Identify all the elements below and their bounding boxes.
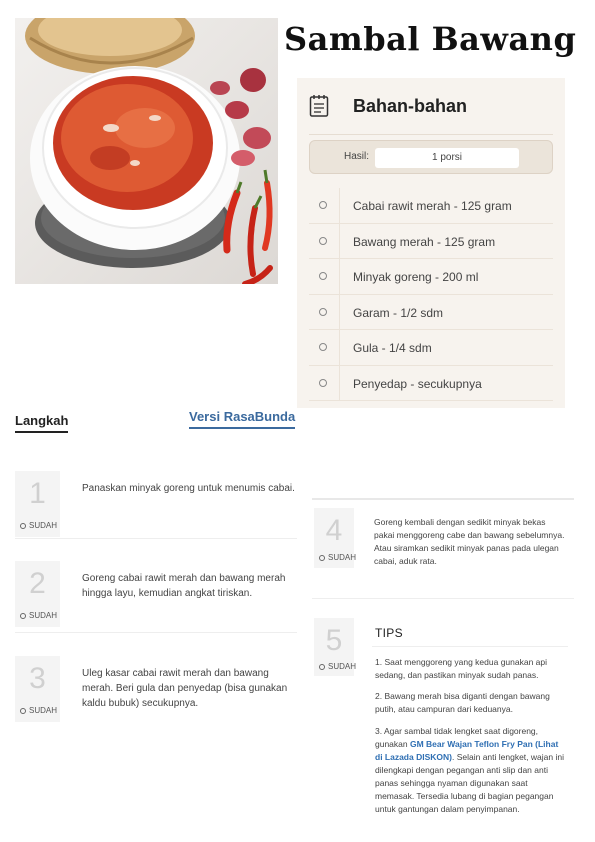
step-done-toggle[interactable]: SUDAH [20, 521, 57, 530]
step-number: 1 [29, 477, 46, 510]
checkbox-circle-icon[interactable] [319, 343, 327, 351]
checkbox-circle-icon[interactable] [319, 272, 327, 280]
step-number: 3 [29, 662, 46, 695]
circle-icon [319, 554, 325, 561]
step-number: 2 [29, 567, 46, 600]
ingredient-item[interactable]: Penyedap - secukupnya [309, 365, 553, 401]
version-link[interactable]: Versi RasaBunda [189, 409, 296, 429]
step-number-box: 2 SUDAH [15, 561, 60, 627]
checkbox-circle-icon[interactable] [319, 307, 327, 316]
step-number-box: 5 SUDAH [314, 618, 356, 676]
step-number: 5 [325, 624, 343, 657]
step-text: Goreng cabai rawit merah dan bawang mera… [82, 573, 286, 599]
step-number-box: 3 SUDAH [15, 656, 60, 722]
step-number: 4 [325, 514, 343, 547]
notepad-icon [309, 95, 329, 117]
tip-1: 1. Saat menggoreng yang kedua gunakan ap… [375, 657, 548, 680]
tip-3: 3. Agar sambal tidak lengket saat digore… [375, 725, 567, 816]
recipe-photo [15, 18, 278, 284]
step-done-toggle[interactable]: SUDAH [319, 553, 356, 562]
ingredient-text: Bawang merah - 125 gram [353, 234, 496, 249]
circle-icon [20, 612, 26, 619]
recipe-title: Sambal Bawang [284, 20, 577, 58]
divider [312, 498, 574, 500]
step-text: Uleg kasar cabai rawit merah dan bawang … [82, 668, 288, 709]
ingredient-item[interactable]: Cabai rawit merah - 125 gram [309, 188, 553, 224]
tips-title: TIPS [375, 626, 403, 640]
checkbox-circle-icon[interactable] [319, 378, 327, 387]
ingredient-item[interactable]: Garam - 1/2 sdm [309, 294, 553, 330]
ingredient-item[interactable]: Gula - 1/4 sdm [309, 330, 553, 366]
ingredient-item[interactable]: Minyak goreng - 200 ml [309, 259, 553, 295]
ingredient-text: Cabai rawit merah - 125 gram [353, 199, 512, 213]
circle-icon [319, 663, 325, 670]
yield-label: Hasil: [344, 151, 370, 162]
step-done-toggle[interactable]: SUDAH [20, 611, 57, 620]
yield-box: Hasil: 1 porsi [309, 140, 553, 174]
checkbox-circle-icon[interactable] [319, 201, 327, 209]
ingredients-header: Bahan-bahan [309, 86, 467, 126]
divider [372, 646, 568, 647]
ingredient-text: Penyedap - secukupnya [353, 376, 482, 391]
ingredient-text: Garam - 1/2 sdm [353, 305, 444, 320]
divider [312, 598, 574, 599]
yield-input[interactable]: 1 porsi [375, 148, 519, 168]
ingredient-item[interactable]: Bawang merah - 125 gram [309, 223, 553, 259]
step-done-label: SUDAH [29, 611, 58, 620]
step-number-box: 4 SUDAH [314, 508, 356, 568]
ingredients-heading: Bahan-bahan [353, 95, 468, 116]
divider [309, 134, 553, 135]
step-done-toggle[interactable]: SUDAH [20, 706, 57, 715]
checkbox-circle-icon[interactable] [319, 236, 327, 245]
step-done-label: SUDAH [328, 662, 357, 671]
step-done-label: SUDAH [29, 706, 58, 715]
step-done-label: SUDAH [29, 521, 58, 530]
ingredient-text: Minyak goreng - 200 ml [353, 270, 479, 284]
step-text: Panaskan minyak goreng untuk menumis cab… [82, 483, 295, 494]
circle-icon [20, 522, 26, 529]
tip-2: 2. Bawang merah bisa diganti dengan bawa… [375, 691, 550, 714]
divider [15, 538, 297, 539]
step-done-toggle[interactable]: SUDAH [319, 662, 356, 671]
ingredients-card: Bahan-bahan Hasil: 1 porsi Cabai rawit m… [297, 78, 565, 408]
step-text: Goreng kembali dengan sedikit minyak bek… [374, 517, 565, 566]
tab-langkah[interactable]: Langkah [15, 413, 69, 433]
divider [15, 632, 297, 633]
circle-icon [20, 707, 26, 714]
ingredient-text: Gula - 1/4 sdm [353, 341, 432, 355]
ingredient-list: Cabai rawit merah - 125 gram Bawang mera… [309, 188, 553, 401]
step-done-label: SUDAH [328, 553, 357, 562]
step-number-box: 1 SUDAH [15, 471, 60, 537]
